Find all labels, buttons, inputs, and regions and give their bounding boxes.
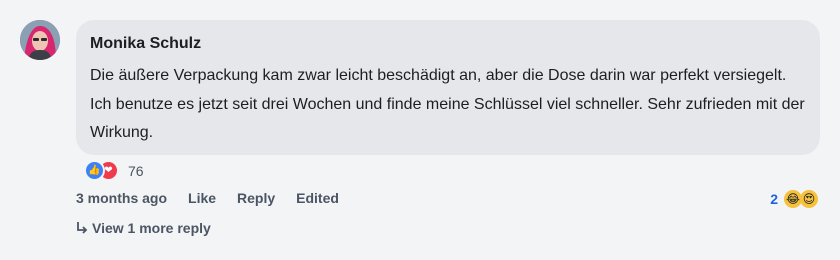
thumbs-up-icon: 👍 bbox=[84, 160, 105, 181]
heart-eyes-emoji-icon: 😍 bbox=[800, 190, 818, 208]
reply-reaction-summary[interactable]: 2 😂 😍 bbox=[770, 190, 818, 208]
comment-author[interactable]: Monika Schulz bbox=[90, 34, 806, 54]
avatar[interactable] bbox=[20, 20, 60, 60]
edited-label[interactable]: Edited bbox=[296, 190, 339, 206]
comment-timestamp[interactable]: 3 months ago bbox=[76, 190, 167, 206]
reaction-summary[interactable]: 👍 ❤ 76 bbox=[84, 160, 144, 181]
reply-arrow-icon bbox=[77, 222, 88, 234]
comment-bubble: Monika Schulz Die äußere Verpackung kam … bbox=[76, 20, 820, 155]
comment-text: Die äußere Verpackung kam zwar leicht be… bbox=[90, 67, 805, 141]
reply-button[interactable]: Reply bbox=[237, 190, 275, 206]
comment-actions: 3 months ago Like Reply Edited bbox=[76, 190, 360, 206]
reply-reaction-count: 2 bbox=[770, 191, 778, 207]
reaction-count: 76 bbox=[128, 162, 144, 179]
view-replies-link[interactable]: View 1 more reply bbox=[76, 220, 211, 236]
view-replies-label: View 1 more reply bbox=[92, 220, 211, 236]
like-button[interactable]: Like bbox=[188, 190, 216, 206]
